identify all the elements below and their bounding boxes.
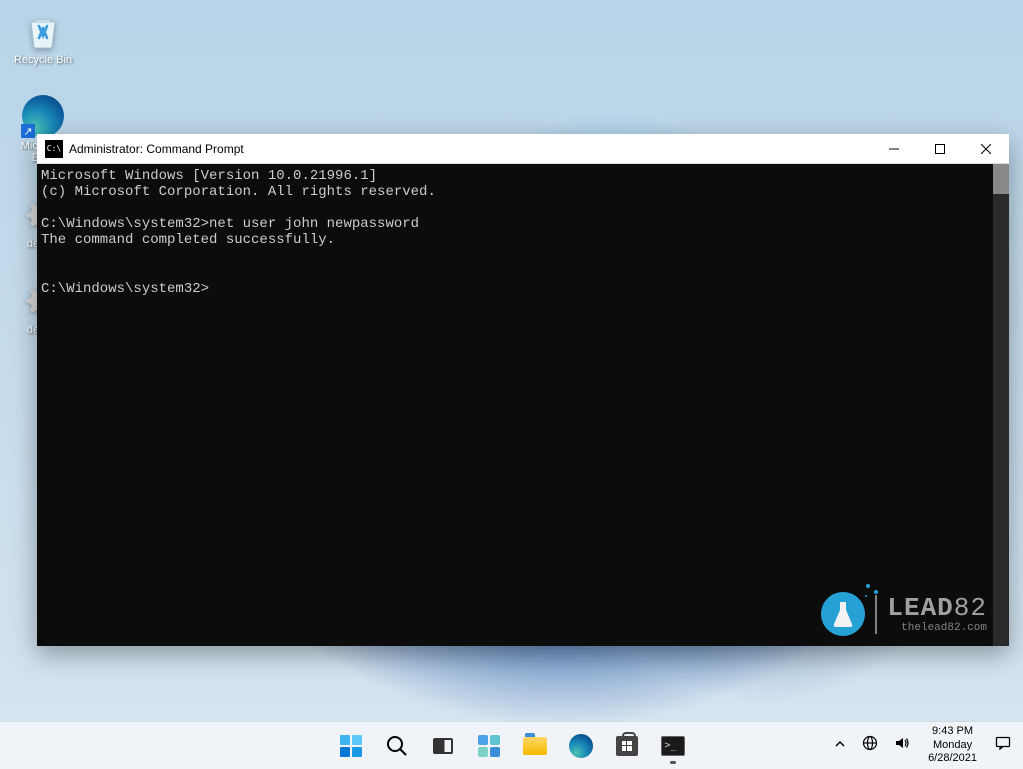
terminal-icon: >_ [661, 734, 685, 758]
widgets-button[interactable] [469, 726, 509, 766]
desktop-icon-label: Recycle Bin [14, 54, 72, 66]
chevron-up-icon [834, 737, 846, 755]
task-view-icon [431, 734, 455, 758]
terminal-line: (c) Microsoft Corporation. All rights re… [41, 184, 1009, 200]
task-view-button[interactable] [423, 726, 463, 766]
taskbar-microsoft-store[interactable] [607, 726, 647, 766]
start-button[interactable] [331, 726, 371, 766]
watermark-brand: LEAD82 [887, 595, 987, 621]
watermark-url: thelead82.com [887, 623, 987, 634]
terminal-prompt: C:\Windows\system32> [41, 281, 1009, 297]
flask-icon [821, 592, 865, 636]
terminal-content[interactable]: Microsoft Windows [Version 10.0.21996.1]… [37, 164, 1009, 646]
systray-overflow[interactable] [828, 726, 852, 766]
edge-icon: ↗ [21, 94, 65, 138]
terminal-scrollbar[interactable] [993, 164, 1009, 646]
widgets-icon [477, 734, 501, 758]
store-icon [615, 734, 639, 758]
terminal-line [41, 248, 1009, 264]
shortcut-overlay-icon: ↗ [21, 124, 35, 138]
taskbar-edge[interactable] [561, 726, 601, 766]
taskbar-command-prompt[interactable]: >_ [653, 726, 693, 766]
folder-icon [523, 734, 547, 758]
notifications-button[interactable] [989, 726, 1017, 766]
scrollbar-thumb[interactable] [993, 164, 1009, 194]
globe-icon [862, 735, 878, 756]
windows-logo-icon [339, 734, 363, 758]
clock-time: 9:43 PM [932, 725, 973, 739]
edge-icon [569, 734, 593, 758]
watermark: LEAD82 thelead82.com [821, 592, 987, 636]
window-title: Administrator: Command Prompt [69, 142, 871, 156]
systray-sound[interactable] [888, 726, 916, 766]
taskbar-search-button[interactable] [377, 726, 417, 766]
clock-date: 6/28/2021 [928, 752, 977, 766]
window-titlebar[interactable]: C:\ Administrator: Command Prompt [37, 134, 1009, 164]
desktop-icon-recycle-bin[interactable]: Recycle Bin [8, 8, 78, 66]
close-button[interactable] [963, 134, 1009, 163]
terminal-line [41, 265, 1009, 281]
terminal-line [41, 200, 1009, 216]
taskbar-file-explorer[interactable] [515, 726, 555, 766]
systray-network[interactable] [856, 726, 884, 766]
chat-bubble-icon [995, 735, 1011, 756]
minimize-button[interactable] [871, 134, 917, 163]
taskbar-clock[interactable]: 9:43 PM Monday 6/28/2021 [920, 725, 985, 766]
terminal-line: C:\Windows\system32>net user john newpas… [41, 216, 1009, 232]
terminal-line: Microsoft Windows [Version 10.0.21996.1] [41, 168, 1009, 184]
command-prompt-window: C:\ Administrator: Command Prompt Micros… [37, 134, 1009, 646]
maximize-button[interactable] [917, 134, 963, 163]
clock-day: Monday [933, 739, 972, 753]
search-icon [385, 734, 409, 758]
taskbar: >_ 9:43 PM Monday 6/28/2021 [0, 721, 1023, 769]
recycle-bin-icon [21, 8, 65, 52]
cmd-app-icon: C:\ [45, 140, 63, 158]
terminal-line: The command completed successfully. [41, 232, 1009, 248]
speaker-icon [894, 735, 910, 756]
